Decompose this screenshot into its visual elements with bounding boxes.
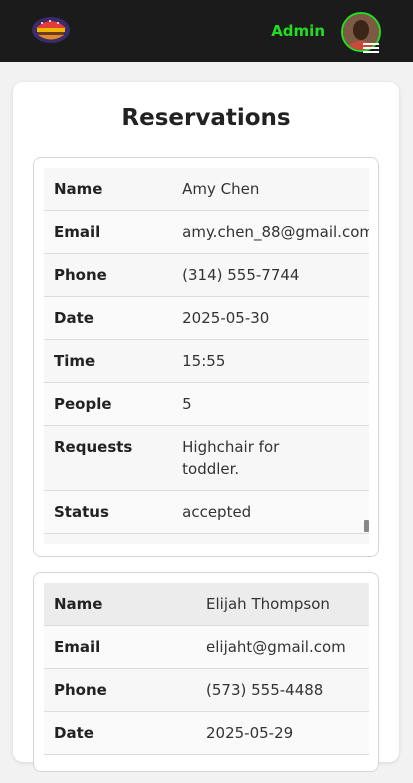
field-value (172, 533, 369, 544)
table-row: Date 2025-05-29 (44, 711, 369, 755)
reservation-card: Name Amy Chen Email amy.chen_88@gmail.com Ph… (33, 157, 379, 557)
field-label: Name (44, 583, 196, 626)
field-label: Status (44, 490, 173, 534)
field-value: Elijah Thompson (196, 583, 369, 626)
table-row: Time 15:55 (44, 339, 369, 383)
field-value: 5 (172, 382, 369, 426)
field-label: Action (44, 533, 173, 544)
scrollbar-thumb[interactable] (364, 520, 369, 532)
field-label: Date (44, 296, 173, 340)
table-row: Date 2025-05-30 (44, 296, 369, 340)
table-row: Requests Highchair for toddler. (44, 425, 369, 491)
table-row: Name Amy Chen (44, 168, 369, 211)
table-row: Email elijaht@gmail.com (44, 625, 369, 669)
field-value: 15:55 (172, 339, 369, 383)
field-value: 2025-05-30 (172, 296, 369, 340)
field-label: Email (44, 625, 196, 669)
admin-label[interactable]: Admin (271, 22, 325, 40)
field-label: Time (44, 339, 173, 383)
reservation-card: Name Elijah Thompson Email elijaht@gmail.co… (33, 572, 379, 772)
field-value: elijaht@gmail.com (196, 625, 369, 669)
field-label: Phone (44, 253, 173, 297)
reservation-table: Name Elijah Thompson Email elijaht@gmail.co… (44, 583, 369, 755)
table-row: Email amy.chen_88@gmail.com (44, 210, 369, 254)
reservation-table-scroll[interactable]: Name Elijah Thompson Email elijaht@gmail.co… (44, 583, 369, 783)
field-value: amy.chen_88@gmail.com (172, 210, 369, 254)
field-label: Requests (44, 425, 173, 491)
table-row: Phone (573) 555-4488 (44, 668, 369, 712)
top-navigation-bar: Admin (0, 0, 413, 62)
field-label: Email (44, 210, 173, 254)
page-title: Reservations (121, 105, 291, 131)
field-label: Phone (44, 668, 196, 712)
field-value: (573) 555-4488 (196, 668, 369, 712)
field-value: Highchair for toddler. (172, 425, 369, 491)
field-value: (314) 555-7744 (172, 253, 369, 297)
table-row: Status accepted (44, 490, 369, 534)
reservation-table-scroll[interactable]: Name Amy Chen Email amy.chen_88@gmail.com Ph… (44, 168, 369, 544)
table-row: Action (44, 533, 369, 544)
reservations-panel: Reservations Name Amy Chen Email amy.chen_8… (13, 82, 399, 772)
field-value: 2025-05-29 (196, 711, 369, 755)
field-label: People (44, 382, 173, 426)
reservation-table: Name Amy Chen Email amy.chen_88@gmail.com Ph… (44, 168, 369, 544)
table-row: People 5 (44, 382, 369, 426)
table-row: Phone (314) 555-7744 (44, 253, 369, 297)
field-value: Amy Chen (172, 168, 369, 211)
field-label: Name (44, 168, 173, 211)
field-label: Date (44, 711, 196, 755)
burger-logo-icon[interactable] (30, 14, 72, 46)
table-row: Name Elijah Thompson (44, 583, 369, 626)
hamburger-menu-icon[interactable] (363, 43, 379, 53)
field-value: accepted (172, 490, 369, 534)
